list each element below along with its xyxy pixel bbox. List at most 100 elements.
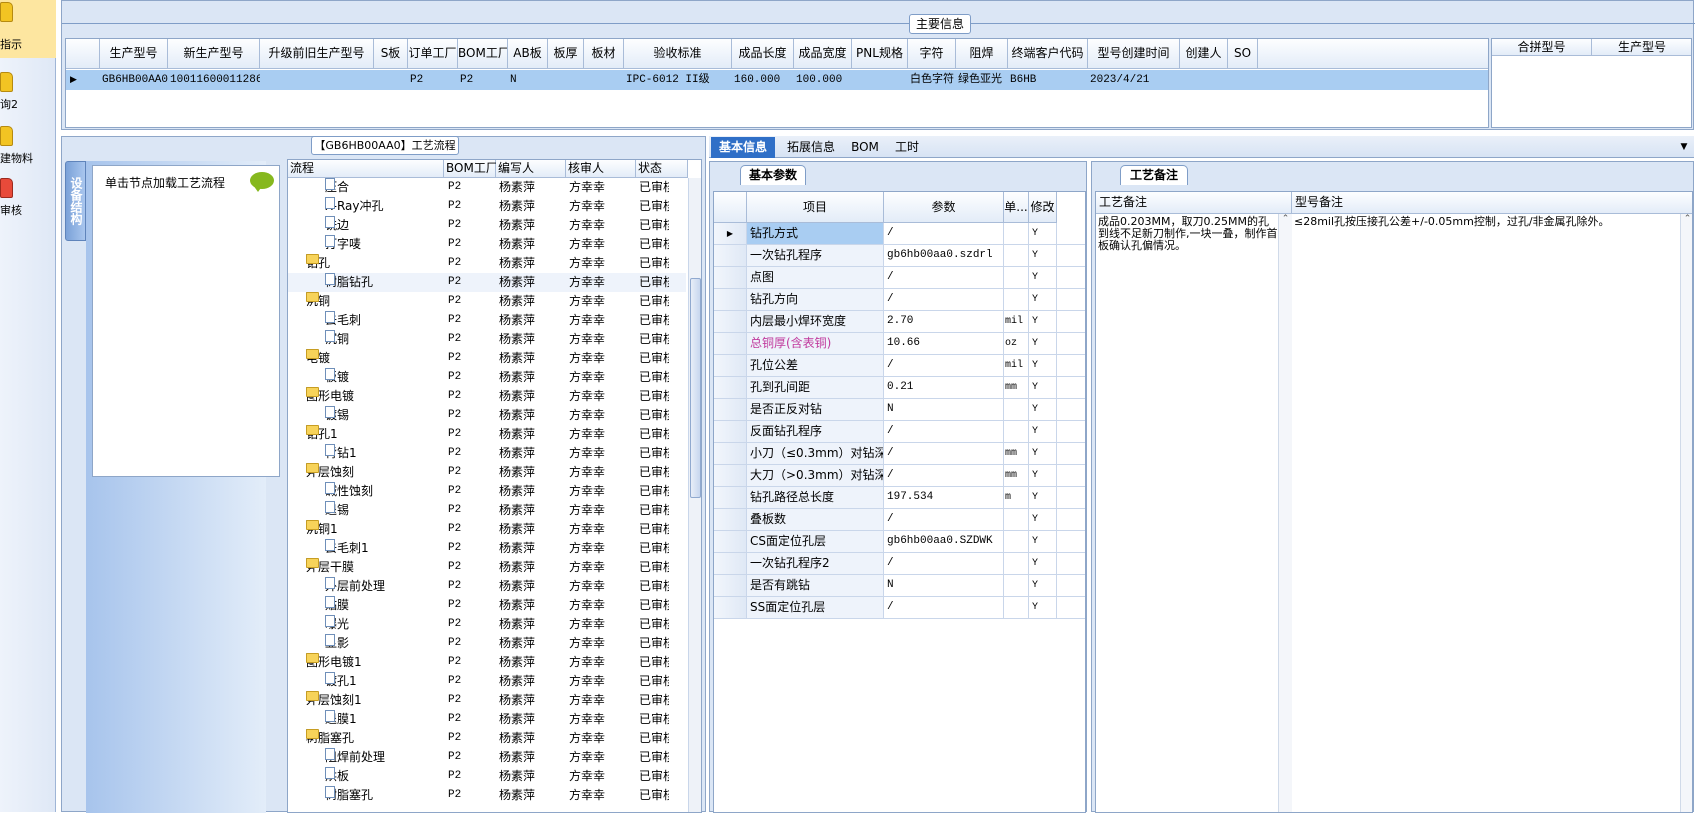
param-row[interactable]: 点图 / Y [714,267,1085,289]
tree-node[interactable]: 铣边 [325,216,349,235]
tree-node[interactable]: 镀孔1 [325,672,357,691]
tree-node[interactable]: −沉铜 [306,292,330,311]
nav-item-query2[interactable]: 询2 [0,70,56,116]
param-row[interactable]: 大刀（>0.3mm）对钻深度 / mm Y [714,465,1085,487]
table-cell[interactable] [260,70,374,90]
param-value[interactable]: gb6hb00aa0.SZDWK [884,531,1004,552]
tree-row[interactable]: 去毛刺1 P2 杨素萍 方幸幸 已审核 [288,539,686,558]
column-header[interactable]: 核审人 [566,160,636,178]
tree-row[interactable]: 打字唛 P2 杨素萍 方幸幸 已审核 [288,235,686,254]
column-header[interactable]: 工艺备注 [1096,192,1292,214]
tree-row[interactable]: 板镀 P2 杨素萍 方幸幸 已审核 [288,368,686,387]
tree-node[interactable]: 背钻1 [325,444,357,463]
tree-node[interactable]: 打字唛 [325,235,361,254]
tree-row[interactable]: 树脂塞孔 P2 杨素萍 方幸幸 已审核 [288,786,686,805]
tree-row[interactable]: −沉铜1 P2 杨素萍 方幸幸 已审核 [288,520,686,539]
tree-row[interactable]: 外层前处理 P2 杨素萍 方幸幸 已审核 [288,577,686,596]
tree-row[interactable]: −电镀 P2 杨素萍 方幸幸 已审核 [288,349,686,368]
tree-row[interactable]: −树脂塞孔 P2 杨素萍 方幸幸 已审核 [288,729,686,748]
column-header[interactable]: 单... [1004,192,1029,223]
tree-row[interactable]: −钻孔 P2 杨素萍 方幸幸 已审核 [288,254,686,273]
column-header[interactable]: 验收标准 [624,39,732,69]
column-header[interactable]: 字符 [908,39,956,69]
tab-extended-info[interactable]: 拓展信息 [779,137,843,158]
column-header[interactable]: PNL规格 [852,39,908,69]
tree-node[interactable]: 碱性蚀刻 [325,482,373,501]
tree-row[interactable]: 镀锡 P2 杨素萍 方幸幸 已审核 [288,406,686,425]
tree-node[interactable]: − 外层蚀刻 [306,463,354,482]
tree-row[interactable]: −图形电镀 P2 杨素萍 方幸幸 已审核 [288,387,686,406]
table-cell[interactable]: 10011600011286 [168,70,260,90]
column-header[interactable]: BOM工厂 [444,160,498,178]
tree-node[interactable]: 贴膜 [325,596,349,615]
tab-basic-info[interactable]: 基本信息 [711,137,775,158]
param-row[interactable]: 是否正反对钻 N Y [714,399,1085,421]
nav-item-instructions[interactable]: 指示 [0,0,56,58]
tree-node[interactable]: −电镀 [306,349,330,368]
param-row[interactable]: 小刀（≤0.3mm）对钻深度 / mm Y [714,443,1085,465]
column-header[interactable]: 项目 [747,192,884,223]
column-header[interactable]: 板厚 [548,39,584,69]
column-header[interactable]: 生产型号 [1592,39,1691,56]
tree-row[interactable]: −外层蚀刻 P2 杨素萍 方幸幸 已审核 [288,463,686,482]
tab-bom[interactable]: BOM [847,137,883,158]
tree-node[interactable]: 阻焊前处理 [325,748,385,767]
param-row[interactable]: 叠板数 / Y [714,509,1085,531]
param-row[interactable]: 钻孔方向 / Y [714,289,1085,311]
tree-node[interactable]: 镀锡 [325,406,349,425]
tree-node[interactable]: − 图形电镀1 [306,653,362,672]
tree-row[interactable]: 阻焊前处理 P2 杨素萍 方幸幸 已审核 [288,748,686,767]
basic-params-tab[interactable]: 基本参数 [740,165,806,185]
table-cell[interactable]: P2 [458,70,508,90]
param-value[interactable]: / [884,289,1004,310]
param-value[interactable]: 197.534 [884,487,1004,508]
column-header[interactable]: 新生产型号 [168,39,260,69]
param-value[interactable]: / [884,223,1004,244]
table-cell[interactable]: 白色字符 [908,70,956,90]
chevron-down-icon[interactable]: ▼ [1677,137,1691,158]
table-cell[interactable]: P2 [408,70,458,90]
scrollbar-thumb[interactable] [690,278,701,498]
tree-node[interactable]: 退膜1 [325,710,357,729]
tree-row[interactable]: −图形电镀1 P2 杨素萍 方幸幸 已审核 [288,653,686,672]
tree-node[interactable]: 压合 [325,178,349,197]
tree-row[interactable]: 退膜1 P2 杨素萍 方幸幸 已审核 [288,710,686,729]
column-header[interactable]: 成品宽度 [794,39,852,69]
tree-row[interactable]: 贴膜 P2 杨素萍 方幸幸 已审核 [288,596,686,615]
tree-node[interactable]: − 钻孔1 [306,425,338,444]
param-value[interactable]: 0.21 [884,377,1004,398]
param-row[interactable]: 孔到孔间距 0.21 mm Y [714,377,1085,399]
tree-row[interactable]: −沉铜 P2 杨素萍 方幸幸 已审核 [288,292,686,311]
tree-row[interactable]: 曝光 P2 杨素萍 方幸幸 已审核 [288,615,686,634]
table-cell[interactable]: 100.000 [794,70,852,90]
param-value[interactable]: 2.70 [884,311,1004,332]
param-value[interactable]: / [884,597,1004,618]
tree-node[interactable]: 树脂塞孔 [325,786,373,805]
tree-node[interactable]: 外层前处理 [325,577,385,596]
tab-work-hours[interactable]: 工时 [887,137,927,158]
column-header[interactable]: BOM工厂 [458,39,508,69]
tree-node[interactable]: − 外层干膜 [306,558,354,577]
param-row[interactable]: SS面定位孔层 / Y [714,597,1085,619]
param-row[interactable]: 反面钻孔程序 / Y [714,421,1085,443]
param-value[interactable]: 10.66 [884,333,1004,354]
param-row[interactable]: ▶ 钻孔方式 / Y [714,223,1085,245]
process-notes-tab[interactable]: 工艺备注 [1120,165,1188,185]
column-header[interactable]: 板材 [584,39,624,69]
nav-item-create-material[interactable]: 建物料 [0,124,56,170]
column-header[interactable]: 修改 [1029,192,1057,223]
tree-row[interactable]: −钻孔1 P2 杨素萍 方幸幸 已审核 [288,425,686,444]
param-row[interactable]: 内层最小焊环宽度 2.70 mil Y [714,311,1085,333]
hint-box[interactable]: 单击节点加载工艺流程 [92,165,280,477]
param-row[interactable]: 总铜厚(含表铜) 10.66 oz Y [714,333,1085,355]
table-cell[interactable] [374,70,408,90]
param-row[interactable]: 是否有跳钻 N Y [714,575,1085,597]
tree-node[interactable]: 去毛刺 [325,311,361,330]
table-cell[interactable]: 2023/4/21 [1088,70,1180,90]
tree-node[interactable]: 沉铜 [325,330,349,349]
param-row[interactable]: 孔位公差 / mil Y [714,355,1085,377]
tree-node[interactable]: − 沉铜1 [306,520,338,539]
table-cell[interactable]: N [508,70,548,90]
column-header[interactable]: 成品长度 [732,39,794,69]
tree-node[interactable]: X-Ray冲孔 [325,197,383,216]
